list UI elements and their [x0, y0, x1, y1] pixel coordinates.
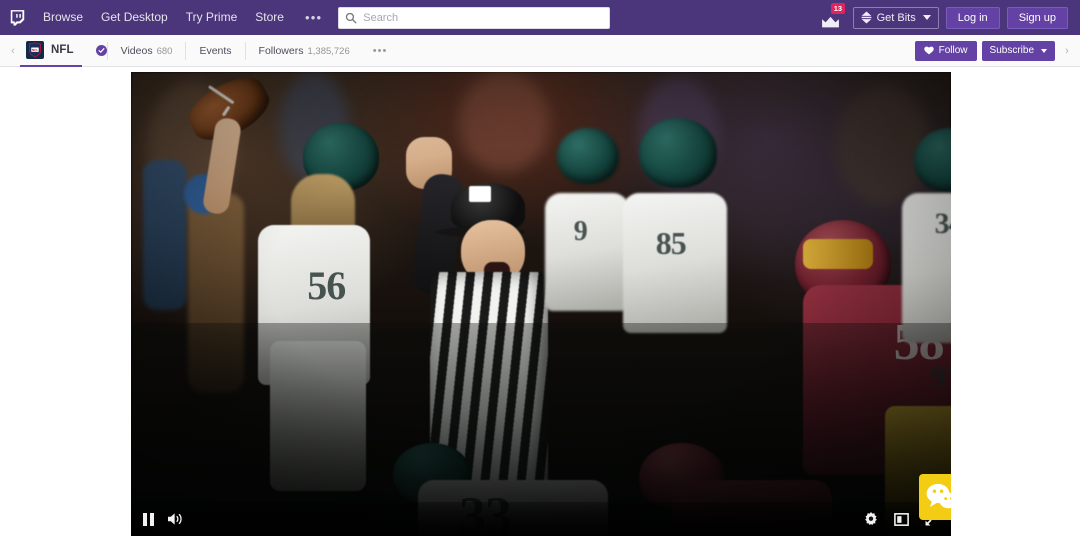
- player-control-bar: [131, 502, 951, 536]
- channel-identity-tab[interactable]: NFL NFL: [20, 35, 82, 67]
- get-bits-label: Get Bits: [876, 11, 916, 24]
- search-container: [338, 6, 611, 29]
- volume-icon: [168, 513, 182, 525]
- subscribe-button-label: Subscribe: [989, 45, 1034, 56]
- subscribe-button[interactable]: Subscribe: [981, 40, 1055, 61]
- crown-icon: [822, 16, 839, 27]
- pause-button[interactable]: [143, 512, 154, 526]
- eagles-jersey-white: [623, 192, 727, 333]
- channel-overflow-menu-icon[interactable]: •••: [363, 45, 398, 57]
- notification-badge: 13: [831, 2, 845, 14]
- login-button[interactable]: Log in: [945, 6, 1000, 29]
- player-stage: 56 9 85 58: [0, 67, 1080, 541]
- theatre-mode-button[interactable]: [894, 512, 909, 526]
- channel-tab-events-label: Events: [199, 44, 232, 57]
- wechat-watermark: 全媒派: [919, 474, 951, 520]
- get-bits-button[interactable]: Get Bits: [852, 6, 939, 29]
- nav-link-try-prime[interactable]: Try Prime: [177, 0, 247, 35]
- channel-tab-followers-count: 1,385,726: [307, 45, 350, 57]
- search-box[interactable]: [338, 6, 611, 29]
- gear-icon: [865, 512, 877, 526]
- channel-tab-videos[interactable]: Videos 680: [106, 41, 186, 60]
- sideline-figure: [143, 160, 188, 311]
- settings-button[interactable]: [864, 512, 878, 526]
- verified-check-icon[interactable]: [95, 45, 107, 56]
- crowd-blob: [459, 72, 549, 172]
- nav-right-cluster: 13 Get Bits Log in Sign up: [818, 2, 1072, 29]
- eagles-helmet: [639, 118, 718, 189]
- svg-text:NFL: NFL: [32, 48, 38, 52]
- channel-bar-prev-arrow-icon[interactable]: ‹: [6, 45, 20, 57]
- nav-link-get-desktop[interactable]: Get Desktop: [92, 0, 177, 35]
- referee-cap-nfl-patch: [468, 185, 491, 202]
- follow-button-label: Follow: [938, 45, 968, 56]
- channel-meta-tabs: Videos 680 Events Followers 1,385,726 •••: [106, 35, 398, 66]
- heart-icon: [923, 46, 934, 55]
- signup-button[interactable]: Sign up: [1006, 6, 1068, 29]
- jersey-number: 56: [307, 263, 346, 309]
- eagles-helmet: [557, 127, 620, 184]
- nav-link-store[interactable]: Store: [246, 0, 293, 35]
- video-frame: 56 9 85 58: [131, 72, 951, 536]
- channel-bar: ‹ NFL NFL Videos 680 Events Followers 1,38…: [0, 35, 1080, 67]
- pause-icon: [143, 512, 154, 526]
- player-controls-left: [143, 512, 183, 526]
- video-player[interactable]: 56 9 85 58: [131, 72, 951, 536]
- theatre-mode-icon: [894, 512, 909, 526]
- channel-actions: Follow Subscribe ›: [914, 40, 1074, 61]
- channel-tab-videos-count: 680: [156, 45, 173, 57]
- channel-bar-next-arrow-icon[interactable]: ›: [1060, 45, 1074, 57]
- jersey-number: 34: [934, 206, 951, 240]
- channel-tab-followers-label: Followers: [258, 44, 304, 57]
- prime-crown-button[interactable]: 13: [818, 2, 845, 29]
- jersey-number: 9: [573, 215, 588, 247]
- right-rail-panel: [951, 72, 1080, 541]
- top-navigation-bar: Browse Get Desktop Try Prime Store ••• 1…: [0, 0, 1080, 35]
- eagles-jersey-white: [545, 192, 630, 311]
- channel-name: NFL: [51, 44, 74, 56]
- volume-button[interactable]: [167, 512, 183, 526]
- nfl-shield-icon: NFL: [26, 41, 44, 59]
- primary-nav-links: Browse Get Desktop Try Prime Store •••: [34, 0, 332, 35]
- search-input[interactable]: [363, 11, 604, 24]
- chevron-down-icon: [922, 15, 931, 20]
- channel-tab-events[interactable]: Events: [185, 41, 244, 60]
- follow-button[interactable]: Follow: [914, 40, 977, 61]
- nav-link-browse[interactable]: Browse: [34, 0, 92, 35]
- wechat-icon: [919, 474, 951, 520]
- bits-icon: [861, 11, 871, 24]
- channel-tab-videos-label: Videos: [120, 44, 153, 57]
- channel-tab-followers[interactable]: Followers 1,385,726: [244, 41, 363, 60]
- jersey-number: 85: [655, 225, 687, 262]
- chevron-down-icon: [1041, 48, 1047, 53]
- nav-overflow-menu-icon[interactable]: •••: [293, 0, 332, 35]
- helmet-stripe: [803, 239, 874, 270]
- twitch-logo-icon[interactable]: [0, 0, 34, 35]
- search-icon: [346, 12, 357, 23]
